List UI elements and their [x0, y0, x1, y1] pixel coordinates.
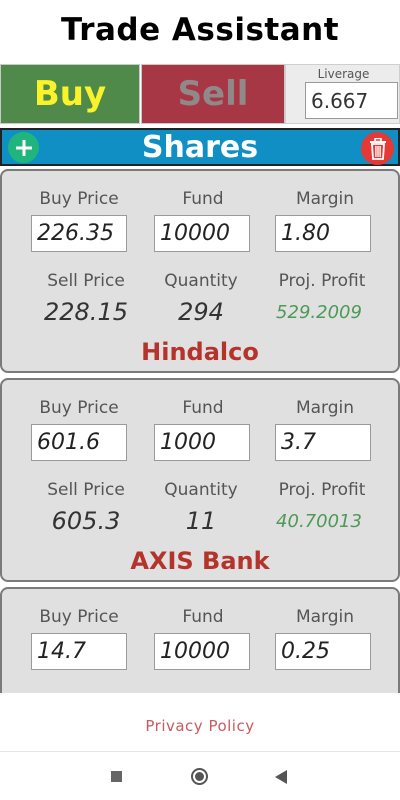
proj-profit-label: Proj. Profit [278, 271, 366, 291]
fund-label: Fund [182, 398, 224, 418]
plus-icon [15, 139, 32, 156]
buy-button[interactable]: Buy [0, 64, 140, 124]
sell-price-value: 228.15 [44, 298, 128, 326]
privacy-policy-link[interactable]: Privacy Policy [0, 717, 400, 735]
sell-price-value: 605.3 [51, 507, 121, 535]
margin-input[interactable]: 0.25 [275, 633, 371, 670]
buy-price-input[interactable]: 601.6 [31, 424, 127, 461]
share-name: Hindalco [141, 338, 259, 366]
leverage-label: Liverage [317, 67, 370, 81]
add-share-button[interactable] [8, 132, 39, 163]
leverage-panel: Liverage 6.667 [285, 64, 400, 124]
shares-title: Shares [141, 129, 259, 165]
back-icon[interactable] [275, 770, 287, 784]
quantity-label: Quantity [164, 271, 238, 291]
quantity-value: 11 [185, 507, 217, 535]
fund-input[interactable]: 1000 [154, 424, 250, 461]
fund-label: Fund [182, 189, 224, 209]
buy-price-input[interactable]: 14.7 [31, 633, 127, 670]
margin-label: Margin [295, 189, 355, 209]
share-card-3: Buy Price Fund Margin 14.7 10000 0.25 [0, 587, 400, 693]
proj-profit-label: Proj. Profit [278, 480, 366, 500]
margin-input[interactable]: 1.80 [275, 215, 371, 252]
recent-apps-icon[interactable] [111, 771, 122, 782]
share-card-hindalco: Buy Price Fund Margin 226.35 10000 1.80 … [0, 169, 400, 373]
sell-button[interactable]: Sell [141, 64, 285, 124]
action-bar: Buy Sell Liverage 6.667 [0, 64, 400, 126]
app-title: Trade Assistant [60, 12, 340, 48]
home-icon[interactable] [191, 768, 208, 785]
margin-label: Margin [295, 398, 355, 418]
buy-price-input[interactable]: 226.35 [31, 215, 127, 252]
margin-label: Margin [295, 607, 355, 627]
fund-input[interactable]: 10000 [154, 633, 250, 670]
fund-label: Fund [182, 607, 224, 627]
leverage-field[interactable]: 6.667 [305, 82, 398, 119]
trash-icon [369, 137, 386, 160]
margin-input[interactable]: 3.7 [275, 424, 371, 461]
buy-price-label: Buy Price [39, 607, 119, 627]
fund-input[interactable]: 10000 [154, 215, 250, 252]
shares-header: Shares [0, 128, 400, 166]
buy-price-label: Buy Price [39, 398, 119, 418]
quantity-label: Quantity [164, 480, 238, 500]
quantity-value: 294 [178, 298, 224, 326]
sell-price-label: Sell Price [47, 480, 125, 500]
buy-price-label: Buy Price [39, 189, 119, 209]
delete-share-button[interactable] [361, 132, 394, 165]
proj-profit-value: 529.2009 [276, 302, 362, 323]
share-card-axis-bank: Buy Price Fund Margin 601.6 1000 3.7 Sel… [0, 378, 400, 582]
sell-price-label: Sell Price [47, 271, 125, 291]
proj-profit-value: 40.70013 [276, 511, 362, 532]
share-name: AXIS Bank [130, 547, 270, 575]
system-nav-bar [0, 751, 400, 800]
